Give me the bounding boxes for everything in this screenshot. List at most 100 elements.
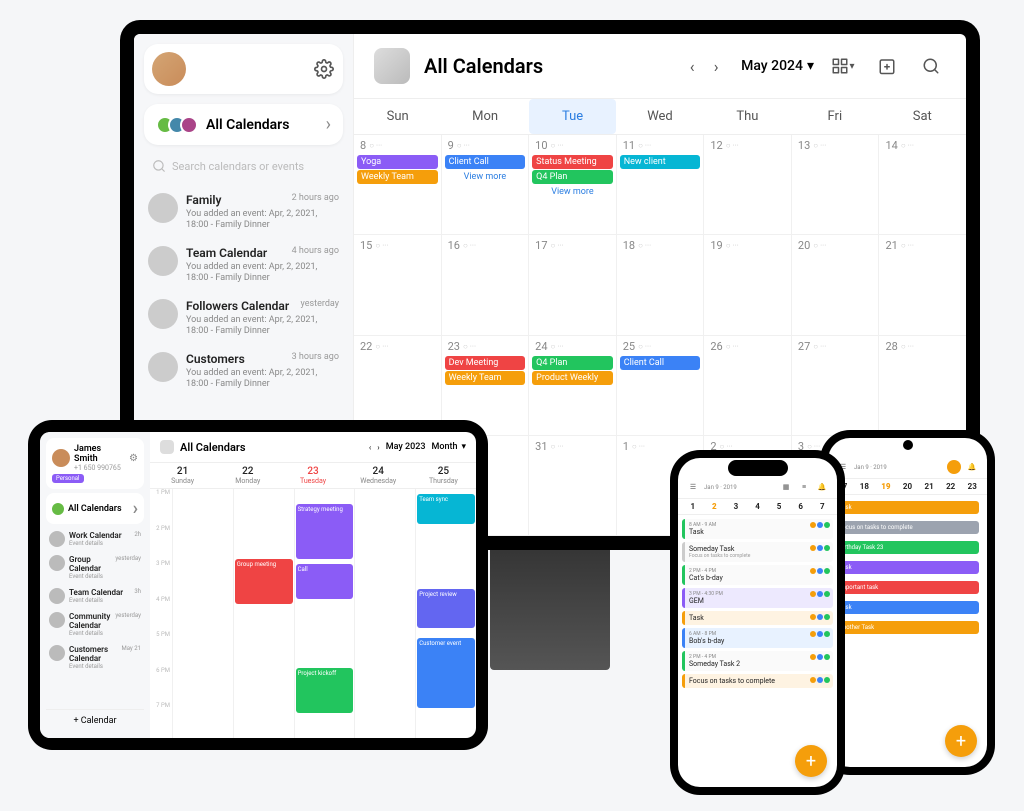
- search-icon[interactable]: [916, 51, 946, 81]
- dow-cell[interactable]: 22Monday: [215, 463, 280, 488]
- task-item[interactable]: Focus on tasks to complete: [682, 674, 833, 688]
- avatar[interactable]: [947, 460, 961, 474]
- day-cell[interactable]: 18○ ···: [617, 235, 705, 334]
- add-button[interactable]: +: [795, 745, 827, 777]
- calendar-event[interactable]: Group meeting: [235, 559, 293, 604]
- calendar-event[interactable]: Client Call: [620, 356, 701, 370]
- day-cell[interactable]: 31○ ···: [529, 436, 617, 535]
- day-cell[interactable]: 28○ ···: [879, 336, 966, 435]
- calendar-item[interactable]: Customers CalendarEvent detailsMay 21: [46, 642, 144, 673]
- calendar-event[interactable]: Weekly Team: [357, 170, 438, 184]
- date-cell[interactable]: 2: [704, 502, 726, 511]
- menu-icon[interactable]: ☰: [686, 480, 700, 494]
- dow-cell[interactable]: Mon: [441, 99, 528, 134]
- date-cell[interactable]: 3: [725, 502, 747, 511]
- dow-cell[interactable]: 23Tuesday: [280, 463, 345, 488]
- calendar-item[interactable]: Team Calendar4 hours agoYou added an eve…: [144, 240, 343, 291]
- day-cell[interactable]: 8○ ···YogaWeekly Team: [354, 135, 442, 234]
- calendar-item[interactable]: Community CalendarEvent detailsyesterday: [46, 609, 144, 640]
- day-cell[interactable]: 16○ ···: [442, 235, 530, 334]
- dow-cell[interactable]: Sun: [354, 99, 441, 134]
- tablet-profile[interactable]: James Smith +1 650 990765 ⚙ Personal: [46, 438, 144, 489]
- calendar-event[interactable]: Call: [296, 564, 354, 599]
- calendar-event[interactable]: Task: [836, 501, 979, 514]
- day-cell[interactable]: 13○ ···: [792, 135, 880, 234]
- date-cell[interactable]: 1: [682, 502, 704, 511]
- search-input[interactable]: Search calendars or events: [144, 155, 343, 177]
- day-cell[interactable]: 12○ ···: [704, 135, 792, 234]
- tablet-period[interactable]: May 2023: [386, 442, 426, 452]
- calendar-event[interactable]: New client: [620, 155, 701, 169]
- calendar-event[interactable]: View more: [532, 185, 613, 199]
- task-item[interactable]: 6 AM - 8 PMBob's b-day: [682, 628, 833, 648]
- day-cell[interactable]: 14○ ···: [879, 135, 966, 234]
- calendar-event[interactable]: Project review: [417, 589, 475, 629]
- gear-icon[interactable]: [313, 58, 335, 80]
- calendar-event[interactable]: Important task: [836, 581, 979, 594]
- period-picker[interactable]: May 2024▾: [741, 58, 814, 74]
- dow-cell[interactable]: 21Sunday: [150, 463, 215, 488]
- task-item[interactable]: Task: [682, 611, 833, 625]
- date-cell[interactable]: 18: [854, 482, 876, 491]
- calendar-item[interactable]: Followers CalendaryesterdayYou added an …: [144, 293, 343, 344]
- date-cell[interactable]: 20: [897, 482, 919, 491]
- calendar-event[interactable]: Yoga: [357, 155, 438, 169]
- day-cell[interactable]: 26○ ···: [704, 336, 792, 435]
- date-cell[interactable]: 23: [961, 482, 983, 491]
- task-item[interactable]: 8 AM - 9 AMTask: [682, 519, 833, 539]
- calendar-item[interactable]: Family2 hours agoYou added an event: Apr…: [144, 187, 343, 238]
- task-item[interactable]: 2 PM - 4 PMSomeday Task 2: [682, 651, 833, 671]
- calendar-event[interactable]: View more: [445, 170, 526, 184]
- calendar-event[interactable]: Q4 Plan: [532, 356, 613, 370]
- task-item[interactable]: Someday TaskFocus on tasks to complete: [682, 542, 833, 562]
- calendar-item[interactable]: Team CalendarEvent details3h: [46, 585, 144, 607]
- dow-cell[interactable]: Tue: [529, 99, 616, 134]
- gear-icon[interactable]: ⚙: [129, 453, 138, 464]
- day-cell[interactable]: 15○ ···: [354, 235, 442, 334]
- tablet-all-calendars[interactable]: All Calendars ›: [46, 493, 144, 524]
- prev-button[interactable]: ‹: [681, 55, 703, 77]
- day-cell[interactable]: 21○ ···: [879, 235, 966, 334]
- next-button[interactable]: ›: [705, 55, 727, 77]
- next-button[interactable]: ›: [377, 443, 379, 452]
- day-cell[interactable]: 20○ ···: [792, 235, 880, 334]
- date-cell[interactable]: 4: [747, 502, 769, 511]
- calendar-event[interactable]: Task: [836, 601, 979, 614]
- calendar-event[interactable]: Another Task: [836, 621, 979, 634]
- calendar-event[interactable]: Customer event: [417, 638, 475, 708]
- day-cell[interactable]: 19○ ···: [704, 235, 792, 334]
- all-calendars-card[interactable]: All Calendars ›: [144, 104, 343, 145]
- date-cell[interactable]: 5: [768, 502, 790, 511]
- calendar-item[interactable]: Group CalendarEvent detailsyesterday: [46, 552, 144, 583]
- grid-icon[interactable]: ▦: [779, 480, 793, 494]
- day-cell[interactable]: 25○ ···Client Call: [617, 336, 705, 435]
- calendar-event[interactable]: Status Meeting: [532, 155, 613, 169]
- calendar-item[interactable]: Work CalendarEvent details2h: [46, 528, 144, 550]
- day-cell[interactable]: 10○ ···Status MeetingQ4 PlanView more: [529, 135, 617, 234]
- calendar-event[interactable]: Focus on tasks to complete: [836, 521, 979, 534]
- view-grid-icon[interactable]: ▾: [828, 51, 858, 81]
- date-cell[interactable]: 19: [875, 482, 897, 491]
- dow-cell[interactable]: 25Thursday: [411, 463, 476, 488]
- task-item[interactable]: 2 PM - 4 PMCat's b-day: [682, 565, 833, 585]
- add-event-icon[interactable]: [872, 51, 902, 81]
- day-cell[interactable]: 9○ ···Client CallView more: [442, 135, 530, 234]
- tablet-view-mode[interactable]: Month ▾: [431, 442, 466, 452]
- list-icon[interactable]: ≡: [797, 480, 811, 494]
- task-item[interactable]: 3 PM - 4:30 PMGEM: [682, 588, 833, 608]
- day-cell[interactable]: 17○ ···: [529, 235, 617, 334]
- day-cell[interactable]: 11○ ···New client: [617, 135, 705, 234]
- add-button[interactable]: +: [945, 725, 977, 757]
- calendar-event[interactable]: Dev Meeting: [445, 356, 526, 370]
- dow-cell[interactable]: Wed: [616, 99, 703, 134]
- add-calendar-button[interactable]: + Calendar: [46, 709, 144, 732]
- calendar-event[interactable]: Client Call: [445, 155, 526, 169]
- date-cell[interactable]: 22: [940, 482, 962, 491]
- calendar-event[interactable]: Product Weekly: [532, 371, 613, 385]
- dow-cell[interactable]: 24Wednesday: [346, 463, 411, 488]
- bell-icon[interactable]: 🔔: [965, 460, 979, 474]
- calendar-event[interactable]: Project kickoff: [296, 668, 354, 713]
- dow-cell[interactable]: Fri: [791, 99, 878, 134]
- calendar-event[interactable]: Team sync: [417, 494, 475, 524]
- day-cell[interactable]: 24○ ···Q4 PlanProduct Weekly: [529, 336, 617, 435]
